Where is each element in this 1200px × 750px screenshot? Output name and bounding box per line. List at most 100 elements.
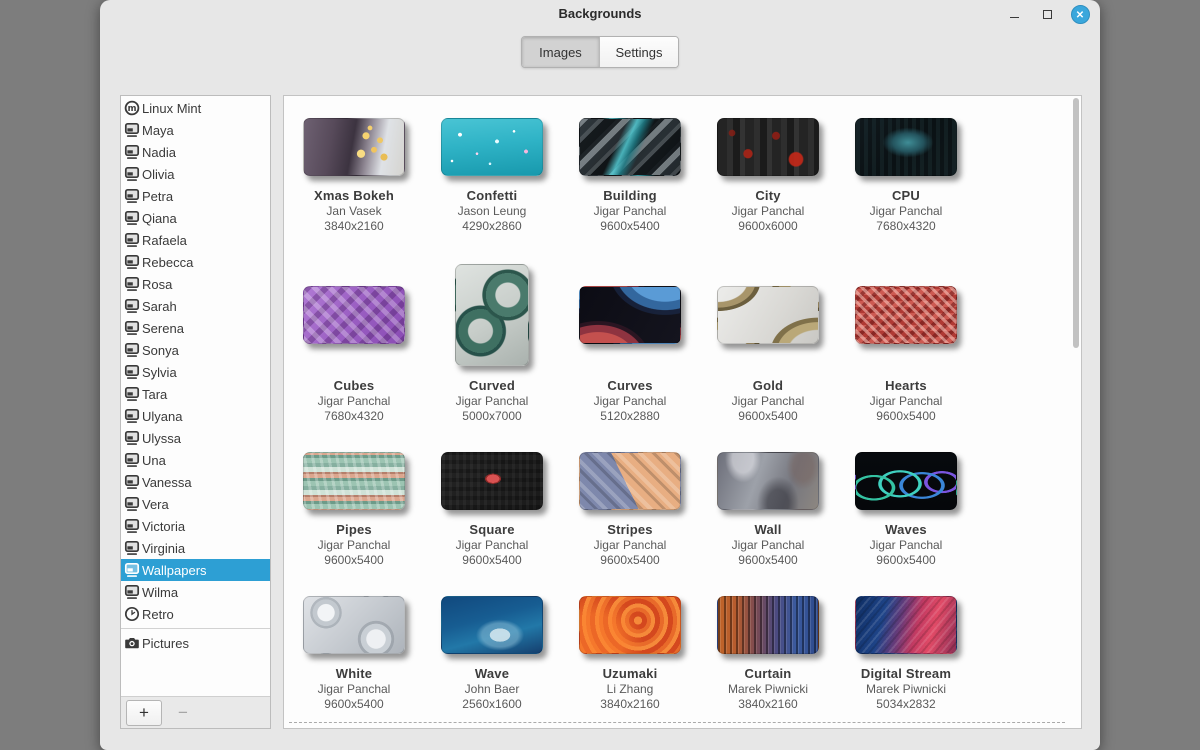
wallpaper-item[interactable]: Building Jigar Panchal 9600x5400	[561, 118, 699, 234]
wallpaper-item[interactable]: Xmas Bokeh Jan Vasek 3840x2160	[285, 118, 423, 234]
wallpaper-thumbnail[interactable]	[441, 596, 543, 654]
tab-images[interactable]: Images	[522, 37, 600, 67]
wallpaper-item[interactable]: Waves Jigar Panchal 9600x5400	[837, 452, 975, 568]
wallpaper-row: Xmas Bokeh Jan Vasek 3840x2160 Confetti Jaso…	[285, 118, 1071, 234]
wallpaper-thumbnail[interactable]	[441, 452, 543, 510]
wallpaper-thumb-area	[579, 264, 681, 366]
remove-folder-button[interactable]: −	[165, 700, 201, 726]
wallpaper-thumbnail[interactable]	[717, 118, 819, 176]
sidebar-item-wilma[interactable]: Wilma	[121, 581, 270, 603]
sidebar-item-vera[interactable]: Vera	[121, 493, 270, 515]
sidebar-item-nadia[interactable]: Nadia	[121, 141, 270, 163]
wallpaper-item[interactable]: Wall Jigar Panchal 9600x5400	[699, 452, 837, 568]
wallpaper-item[interactable]: Hearts Jigar Panchal 9600x5400	[837, 264, 975, 424]
wallpaper-thumbnail[interactable]	[855, 596, 957, 654]
display-icon	[124, 276, 140, 292]
wallpaper-thumbnail[interactable]	[303, 596, 405, 654]
wallpaper-item[interactable]: Wave John Baer 2560x1600	[423, 596, 561, 712]
wallpaper-author: Jigar Panchal	[593, 204, 667, 218]
maximize-button[interactable]	[1037, 4, 1057, 24]
wallpaper-item[interactable]: Cubes Jigar Panchal 7680x4320	[285, 264, 423, 424]
svg-text:m: m	[128, 104, 137, 114]
wallpaper-thumbnail[interactable]	[717, 286, 819, 344]
wallpaper-thumbnail[interactable]	[303, 118, 405, 176]
wallpaper-author: Jigar Panchal	[455, 538, 529, 552]
display-icon	[124, 188, 140, 204]
sidebar-item-linux-mint[interactable]: m Linux Mint	[121, 97, 270, 119]
sidebar-item-retro[interactable]: Retro	[121, 603, 270, 625]
wallpaper-item[interactable]: CPU Jigar Panchal 7680x4320	[837, 118, 975, 234]
wallpaper-thumb-area	[441, 596, 543, 654]
sidebar-item-rosa[interactable]: Rosa	[121, 273, 270, 295]
sidebar-item-qiana[interactable]: Qiana	[121, 207, 270, 229]
wallpaper-resolution: 3840x2160	[324, 219, 384, 233]
display-icon	[124, 430, 140, 446]
wallpaper-thumbnail[interactable]	[579, 118, 681, 176]
sidebar-item-ulyana[interactable]: Ulyana	[121, 405, 270, 427]
wallpaper-item[interactable]: Uzumaki Li Zhang 3840x2160	[561, 596, 699, 712]
wallpaper-thumbnail[interactable]	[303, 452, 405, 510]
wallpaper-row: Pipes Jigar Panchal 9600x5400 Square Jigar P…	[285, 452, 1071, 568]
scrollbar-thumb[interactable]	[1073, 98, 1079, 348]
display-icon	[124, 540, 140, 556]
sidebar-item-maya[interactable]: Maya	[121, 119, 270, 141]
wallpaper-item[interactable]: Digital Stream Marek Piwnicki 5034x2832	[837, 596, 975, 712]
scrollbar[interactable]	[1071, 96, 1081, 728]
titlebar[interactable]: Backgrounds ✕	[100, 0, 1100, 28]
wallpaper-title: Wall	[754, 522, 782, 537]
wallpaper-item[interactable]: White Jigar Panchal 9600x5400	[285, 596, 423, 712]
sidebar-item-wallpapers[interactable]: Wallpapers	[121, 559, 270, 581]
sidebar-item-sarah[interactable]: Sarah	[121, 295, 270, 317]
sidebar-item-serena[interactable]: Serena	[121, 317, 270, 339]
wallpaper-thumb-area	[717, 596, 819, 654]
wallpaper-author: John Baer	[464, 682, 520, 696]
sidebar-item-sylvia[interactable]: Sylvia	[121, 361, 270, 383]
wallpaper-thumbnail[interactable]	[855, 452, 957, 510]
minimize-button[interactable]	[1004, 4, 1024, 24]
wallpaper-item[interactable]: Curves Jigar Panchal 5120x2880	[561, 264, 699, 424]
wallpaper-item[interactable]: City Jigar Panchal 9600x6000	[699, 118, 837, 234]
display-icon	[124, 474, 140, 490]
sidebar-item-victoria[interactable]: Victoria	[121, 515, 270, 537]
wallpaper-thumbnail[interactable]	[717, 596, 819, 654]
wallpaper-item[interactable]: Gold Jigar Panchal 9600x5400	[699, 264, 837, 424]
wallpaper-item[interactable]: Curtain Marek Piwnicki 3840x2160	[699, 596, 837, 712]
display-icon	[124, 122, 140, 138]
wallpaper-item[interactable]: Pipes Jigar Panchal 9600x5400	[285, 452, 423, 568]
wallpaper-thumbnail[interactable]	[455, 264, 529, 366]
wallpaper-thumbnail[interactable]	[579, 596, 681, 654]
window-controls: ✕	[1004, 0, 1090, 28]
add-folder-button[interactable]: +	[126, 699, 162, 726]
clock-icon	[124, 606, 140, 622]
wallpaper-item[interactable]: Square Jigar Panchal 9600x5400	[423, 452, 561, 568]
sidebar-item-tara[interactable]: Tara	[121, 383, 270, 405]
sidebar-item-sonya[interactable]: Sonya	[121, 339, 270, 361]
wallpaper-thumbnail[interactable]	[855, 118, 957, 176]
wallpaper-thumbnail[interactable]	[303, 286, 405, 344]
wallpaper-item[interactable]: Stripes Jigar Panchal 9600x5400	[561, 452, 699, 568]
tab-settings[interactable]: Settings	[600, 37, 678, 67]
wallpaper-author: Jigar Panchal	[317, 394, 391, 408]
wallpaper-item[interactable]: Confetti Jason Leung 4290x2860	[423, 118, 561, 234]
wallpaper-thumbnail[interactable]	[717, 452, 819, 510]
close-button[interactable]: ✕	[1070, 4, 1090, 24]
sidebar-item-una[interactable]: Una	[121, 449, 270, 471]
wallpaper-thumbnail[interactable]	[441, 118, 543, 176]
wallpaper-resolution: 9600x6000	[738, 219, 798, 233]
wallpaper-thumbnail[interactable]	[579, 286, 681, 344]
sidebar-item-ulyssa[interactable]: Ulyssa	[121, 427, 270, 449]
sidebar-item-petra[interactable]: Petra	[121, 185, 270, 207]
sidebar-item-rebecca[interactable]: Rebecca	[121, 251, 270, 273]
wallpaper-thumbnail[interactable]	[579, 452, 681, 510]
display-icon	[124, 496, 140, 512]
wallpaper-thumbnail[interactable]	[855, 286, 957, 344]
sidebar-item-label: Qiana	[142, 210, 177, 226]
wallpaper-title: Curved	[469, 378, 515, 393]
wallpaper-item[interactable]: Curved Jigar Panchal 5000x7000	[423, 264, 561, 424]
sidebar-item-pictures[interactable]: Pictures	[121, 632, 270, 654]
sidebar-item-vanessa[interactable]: Vanessa	[121, 471, 270, 493]
wallpaper-resolution: 9600x5400	[738, 409, 798, 423]
sidebar-item-olivia[interactable]: Olivia	[121, 163, 270, 185]
sidebar-item-virginia[interactable]: Virginia	[121, 537, 270, 559]
sidebar-item-rafaela[interactable]: Rafaela	[121, 229, 270, 251]
